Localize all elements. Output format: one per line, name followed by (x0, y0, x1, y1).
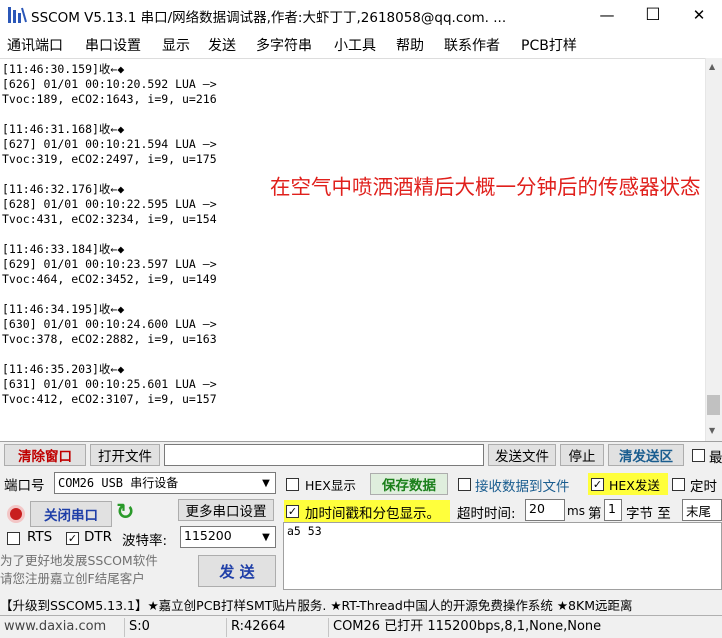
close-port-button[interactable]: 关闭串口 (30, 501, 112, 527)
byte-start-input[interactable]: 1 (604, 499, 622, 521)
byte-start-label: 第 (588, 506, 602, 522)
open-file-button[interactable]: 打开文件 (90, 444, 160, 466)
timer-send-checkbox[interactable] (672, 478, 685, 491)
menu-bar: 通讯端口 串口设置 显示 发送 多字符串 小工具 帮助 联系作者 PCB打样 (0, 30, 722, 58)
timer-send-label: 定时 (690, 479, 717, 495)
menu-port-settings[interactable]: 串口设置 (85, 35, 141, 55)
baud-label: 波特率: (122, 533, 168, 549)
byte-end-select[interactable]: 末尾 (682, 499, 722, 521)
close-button[interactable]: ✕ (676, 0, 722, 30)
dtr-label: DTR (84, 529, 113, 545)
byte-range-label: 字节 至 (626, 506, 671, 522)
timeout-input[interactable]: 20 (525, 499, 565, 521)
status-bar: www.daxia.com S:0 R:42664 COM26 已打开 1152… (0, 615, 722, 638)
menu-multi-string[interactable]: 多字符串 (256, 35, 312, 55)
stop-button[interactable]: 停止 (560, 444, 604, 466)
sent-count: S:0 (124, 618, 224, 637)
recv-to-file-checkbox[interactable] (458, 478, 471, 491)
port-status-icon (7, 505, 25, 523)
menu-display[interactable]: 显示 (162, 35, 190, 55)
timestamp-checkbox[interactable]: ✓ (286, 505, 299, 518)
vertical-scrollbar[interactable]: ▲ ▼ (705, 58, 722, 441)
hex-display-label: HEX显示 (305, 478, 356, 493)
timestamp-label: 加时间戳和分包显示。 (305, 506, 440, 522)
port-dropdown-icon[interactable]: ▼ (258, 474, 274, 492)
menu-comm-port[interactable]: 通讯端口 (7, 35, 63, 55)
minimize-button[interactable]: — (584, 0, 630, 30)
scroll-down-icon[interactable]: ▼ (709, 426, 715, 435)
recv-to-file-label: 接收数据到文件 (475, 479, 570, 495)
news-ticker[interactable]: 【升级到SSCOM5.13.1】★嘉立创PCB打样SMT贴片服务. ★RT-Th… (0, 591, 722, 615)
timeout-unit: ms (567, 504, 585, 518)
hex-send-checkbox[interactable]: ✓ (591, 478, 604, 491)
port-select[interactable]: COM26 USB 串行设备 (54, 472, 276, 494)
timeout-label: 超时时间: (457, 506, 516, 522)
window-title: SSCOM V5.13.1 串口/网络数据调试器,作者:大虾丁丁,2618058… (31, 10, 507, 26)
rts-label: RTS (27, 529, 53, 545)
menu-tools[interactable]: 小工具 (334, 35, 376, 55)
receive-log: [11:46:30.159]收←◆ [626] 01/01 00:10:20.5… (2, 62, 217, 406)
last-label: 最 (709, 450, 722, 466)
receive-area[interactable]: [11:46:30.159]收←◆ [626] 01/01 00:10:20.5… (0, 58, 722, 441)
title-bar[interactable]: SSCOM V5.13.1 串口/网络数据调试器,作者:大虾丁丁,2618058… (0, 0, 722, 30)
hex-display-checkbox[interactable] (286, 478, 299, 491)
menu-send[interactable]: 发送 (208, 35, 236, 55)
send-input[interactable]: a5 53 (283, 522, 722, 590)
send-file-button[interactable]: 发送文件 (488, 444, 556, 466)
received-count: R:42664 (226, 618, 326, 637)
maximize-button[interactable]: ☐ (630, 0, 676, 30)
app-logo-icon (8, 7, 27, 23)
control-panel: 清除窗口 打开文件 发送文件 停止 清发送区 最 端口号 COM26 USB 串… (0, 441, 722, 591)
file-path-field[interactable] (164, 444, 484, 466)
scrollbar-thumb[interactable] (707, 395, 720, 415)
menu-contact-author[interactable]: 联系作者 (444, 35, 500, 55)
clear-send-button[interactable]: 清发送区 (608, 444, 684, 466)
refresh-icon[interactable]: ↻ (116, 500, 134, 525)
hex-send-label: HEX发送 (609, 478, 660, 493)
port-label: 端口号 (4, 478, 45, 494)
more-port-settings-button[interactable]: 更多串口设置 (178, 499, 274, 521)
port-status-text: COM26 已打开 115200bps,8,1,None,None (328, 618, 722, 637)
save-data-button[interactable]: 保存数据 (370, 473, 448, 495)
scroll-up-icon[interactable]: ▲ (709, 62, 715, 71)
rts-checkbox[interactable] (7, 532, 20, 545)
baud-dropdown-icon[interactable]: ▼ (258, 528, 274, 546)
dtr-checkbox[interactable]: ✓ (66, 532, 79, 545)
annotation-text: 在空气中喷洒酒精后大概一分钟后的传感器状态 (270, 175, 701, 199)
send-button[interactable]: 发 送 (198, 555, 276, 587)
last-checkbox[interactable] (692, 449, 705, 462)
menu-help[interactable]: 帮助 (396, 35, 424, 55)
menu-pcb-proofing[interactable]: PCB打样 (521, 35, 577, 55)
clear-window-button[interactable]: 清除窗口 (4, 444, 86, 466)
website-link[interactable]: www.daxia.com (0, 618, 122, 637)
promo-text[interactable]: 为了更好地发展SSCOM软件 请您注册嘉立创F结尾客户 (0, 552, 158, 588)
